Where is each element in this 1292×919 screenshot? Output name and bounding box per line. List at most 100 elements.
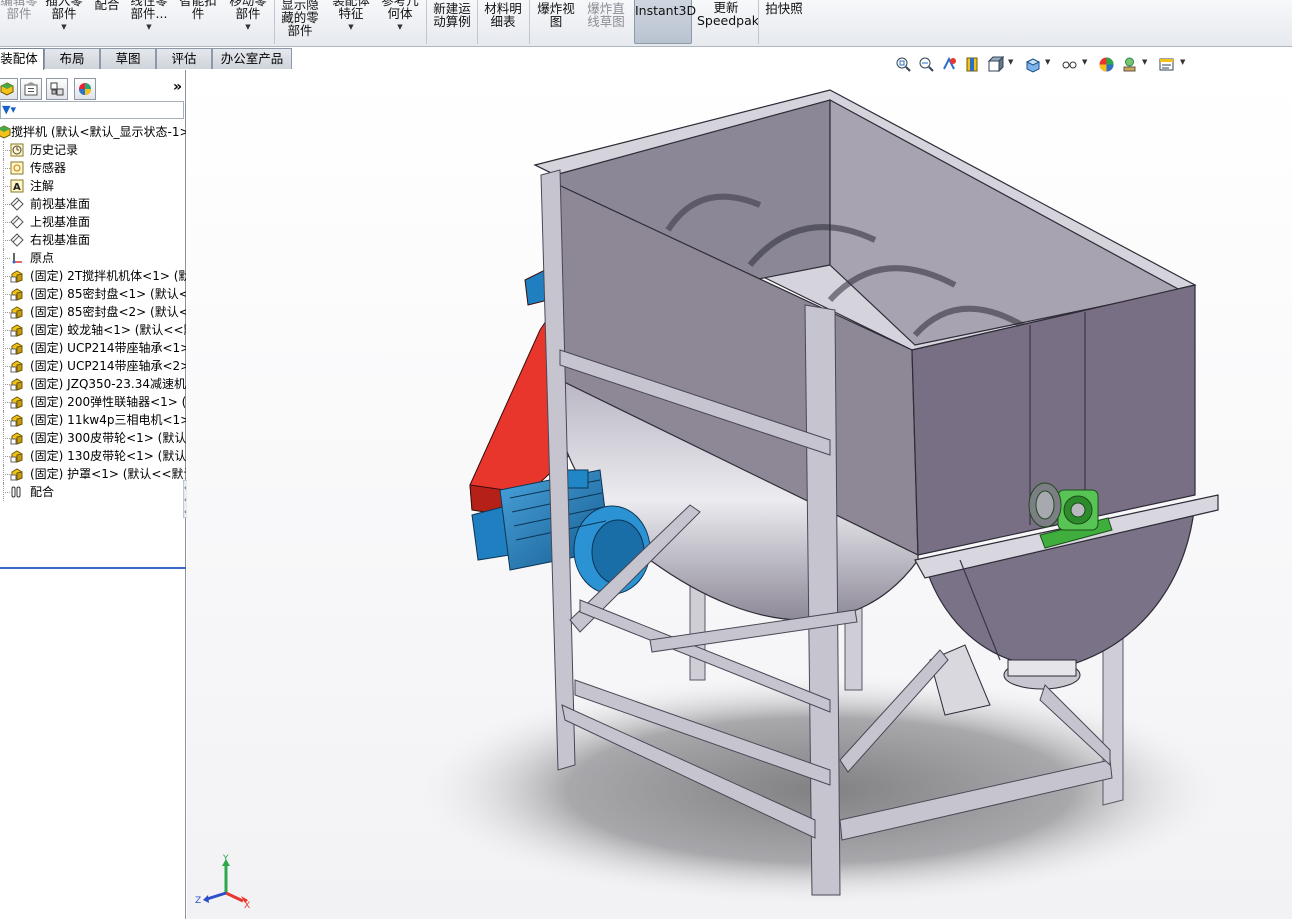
reference-geometry-button[interactable]: 参考几 何体 ▼ bbox=[378, 0, 422, 44]
tree-item-label: (固定) UCP214带座轴承<2> bbox=[30, 359, 186, 373]
display-style-dropdown[interactable]: ▼ bbox=[1045, 58, 1050, 66]
part-icon bbox=[10, 323, 24, 337]
tree-root-assembly[interactable]: 搅拌机 (默认<默认_显示状态-1>) bbox=[0, 123, 186, 141]
part-icon bbox=[10, 467, 24, 481]
triad-y-label: Y bbox=[222, 854, 229, 864]
annotation-icon: A bbox=[10, 179, 24, 193]
tree-connector bbox=[3, 348, 10, 349]
smart-fasteners-button[interactable]: 智能扣 件 bbox=[176, 0, 220, 44]
display-style-icon[interactable] bbox=[1024, 56, 1041, 73]
command-tabs: 装配体 布局 草图 评估 办公室产品 bbox=[0, 48, 292, 70]
tree-filter-input[interactable]: ▼▾ bbox=[0, 101, 184, 119]
tree-item[interactable]: 上视基准面 bbox=[0, 213, 186, 231]
mixer-3d-model bbox=[187, 70, 1292, 919]
tree-item[interactable]: A 注解 bbox=[0, 177, 186, 195]
z-axis bbox=[206, 891, 227, 901]
plane-icon bbox=[10, 215, 24, 229]
view-settings-icon[interactable] bbox=[1158, 56, 1175, 73]
tree-item-label: (固定) 85密封盘<1> (默认< bbox=[30, 287, 186, 301]
edit-appearance-icon[interactable] bbox=[1098, 56, 1115, 73]
exploded-view-button[interactable]: 爆炸视 图 bbox=[533, 2, 579, 52]
part-icon bbox=[10, 413, 24, 427]
tree-item[interactable]: 右视基准面 bbox=[0, 231, 186, 249]
history-icon bbox=[10, 143, 24, 157]
tree-item-label: 搅拌机 (默认<默认_显示状态-1>) bbox=[11, 125, 186, 139]
edit-component-button[interactable]: 编辑零 部件 bbox=[0, 0, 38, 44]
tree-item[interactable]: (固定) 2T搅拌机机体<1> (默认 bbox=[0, 267, 186, 285]
tree-item[interactable]: 原点 bbox=[0, 249, 186, 267]
feature-manager-panel: » ▼▾ 搅拌机 (默认<默认_显示状态-1>) 历史记录 传感器 A 注解前视基准面上… bbox=[0, 70, 186, 919]
insert-component-button[interactable]: 插入零 部件 ▼ bbox=[42, 0, 86, 44]
tab-evaluate[interactable]: 评估 bbox=[156, 48, 212, 69]
snapshot-button[interactable]: 拍快照 bbox=[762, 2, 806, 52]
show-hidden-button[interactable]: 显示隐 藏的零 部件 bbox=[278, 0, 322, 48]
move-component-button[interactable]: 移动零 部件 ▼ bbox=[226, 0, 270, 44]
ribbon-separator bbox=[529, 0, 530, 44]
tree-item[interactable]: (固定) 护罩<1> (默认<<默认 bbox=[0, 465, 186, 483]
hide-show-dropdown[interactable]: ▼ bbox=[1082, 58, 1087, 66]
graphics-viewport[interactable] bbox=[187, 70, 1292, 919]
tree-item[interactable]: (固定) 130皮带轮<1> (默认< bbox=[0, 447, 186, 465]
part-icon bbox=[10, 377, 24, 391]
feature-tree: 搅拌机 (默认<默认_显示状态-1>) 历史记录 传感器 A 注解前视基准面 上视基准面右… bbox=[0, 123, 186, 501]
tree-item[interactable]: 前视基准面 bbox=[0, 195, 186, 213]
ribbon-separator bbox=[274, 0, 275, 44]
hide-show-items-icon[interactable] bbox=[1061, 56, 1078, 73]
tree-connector bbox=[3, 168, 10, 169]
tree-item-label: 注解 bbox=[30, 179, 55, 193]
tree-item[interactable]: (固定) UCP214带座轴承<1> bbox=[0, 339, 186, 357]
part-icon bbox=[10, 431, 24, 445]
configuration-manager-icon bbox=[50, 82, 64, 96]
tree-item[interactable]: (固定) 85密封盘<1> (默认< bbox=[0, 285, 186, 303]
configuration-manager-tab[interactable] bbox=[46, 78, 68, 100]
mates-icon bbox=[10, 485, 24, 499]
tree-connector bbox=[3, 294, 10, 295]
tab-layout[interactable]: 布局 bbox=[44, 48, 100, 69]
tab-sketch[interactable]: 草图 bbox=[100, 48, 156, 69]
plane-icon bbox=[10, 233, 24, 247]
ribbon-separator bbox=[758, 0, 759, 44]
view-settings-dropdown[interactable]: ▼ bbox=[1180, 58, 1185, 66]
panel-more-button[interactable]: » bbox=[173, 79, 182, 95]
triad-z-label: Z bbox=[195, 896, 201, 906]
view-orientation-dropdown[interactable]: ▼ bbox=[1008, 58, 1013, 66]
svg-text:A: A bbox=[13, 182, 21, 193]
property-manager-tab[interactable] bbox=[20, 78, 42, 100]
mate-button[interactable]: 配合 bbox=[90, 0, 124, 48]
tree-item[interactable]: (固定) UCP214带座轴承<2> bbox=[0, 357, 186, 375]
apply-scene-icon[interactable] bbox=[1121, 56, 1138, 73]
tree-item[interactable]: (固定) 300皮带轮<1> (默认< bbox=[0, 429, 186, 447]
instant3d-button[interactable]: Instant3D bbox=[634, 0, 696, 44]
zoom-to-area-icon[interactable] bbox=[918, 56, 935, 73]
plane-icon bbox=[10, 197, 24, 211]
update-speedpak-button[interactable]: 更新 Speedpak bbox=[697, 1, 759, 51]
previous-view-icon[interactable] bbox=[941, 56, 958, 73]
explode-line-sketch-button[interactable]: 爆炸直 线草图 bbox=[583, 2, 629, 52]
apply-scene-dropdown[interactable]: ▼ bbox=[1142, 58, 1147, 66]
tree-item[interactable]: (固定) 蛟龙轴<1> (默认<<默 bbox=[0, 321, 186, 339]
panel-splitter[interactable] bbox=[0, 567, 186, 570]
tab-assembly[interactable]: 装配体 bbox=[0, 48, 44, 70]
zoom-to-fit-icon[interactable] bbox=[895, 56, 912, 73]
feature-tree-tab[interactable] bbox=[0, 78, 18, 100]
tree-item-label: (固定) 200弹性联轴器<1> (默 bbox=[30, 395, 186, 409]
tree-item[interactable]: (固定) 200弹性联轴器<1> (默 bbox=[0, 393, 186, 411]
tree-item[interactable]: (固定) 85密封盘<2> (默认< bbox=[0, 303, 186, 321]
tree-item[interactable]: (固定) 11kw4p三相电机<1> bbox=[0, 411, 186, 429]
tree-item[interactable]: 配合 bbox=[0, 483, 186, 501]
assembly-feature-button[interactable]: 装配体 特征 ▼ bbox=[328, 0, 374, 44]
tree-item[interactable]: 传感器 bbox=[0, 159, 186, 177]
tree-item[interactable]: 历史记录 bbox=[0, 141, 186, 159]
part-icon bbox=[10, 341, 24, 355]
bom-button[interactable]: 材料明 细表 bbox=[481, 2, 525, 52]
tree-item[interactable]: (固定) JZQ350-23.34减速机- bbox=[0, 375, 186, 393]
view-orientation-icon[interactable] bbox=[987, 55, 1005, 73]
new-motion-study-button[interactable]: 新建运 动算例 bbox=[430, 2, 474, 52]
panel-toolbar: » bbox=[0, 78, 186, 100]
tree-connector bbox=[3, 420, 10, 421]
linear-pattern-button[interactable]: 线性零 部件... ▼ bbox=[127, 0, 171, 44]
tab-office-products[interactable]: 办公室产品 bbox=[212, 48, 292, 69]
tree-item-label: (固定) 85密封盘<2> (默认< bbox=[30, 305, 186, 319]
display-manager-tab[interactable] bbox=[74, 78, 96, 100]
section-view-icon[interactable] bbox=[964, 56, 981, 73]
